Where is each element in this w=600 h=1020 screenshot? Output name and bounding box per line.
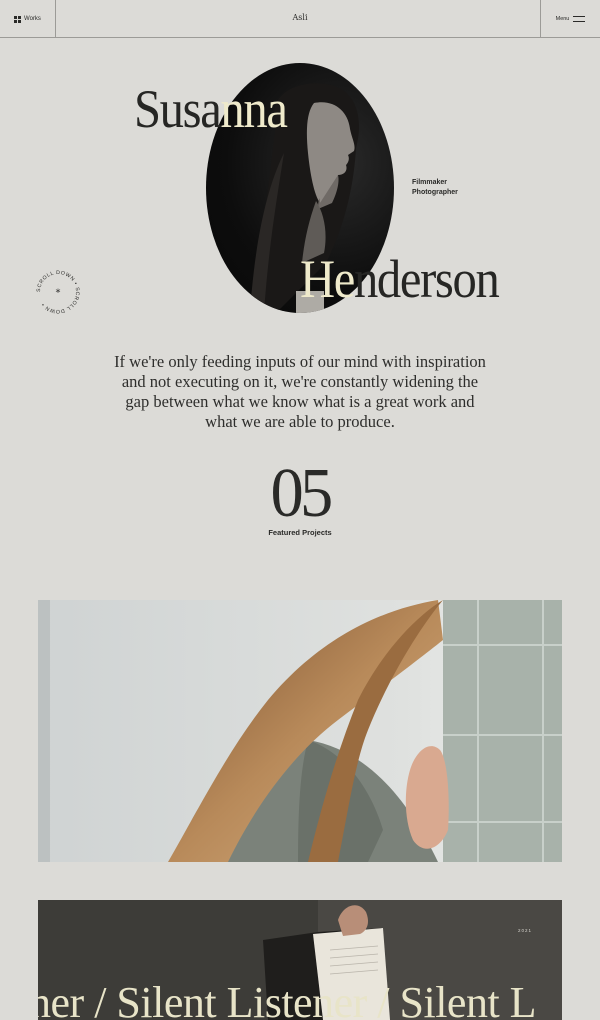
menu-label: Menu xyxy=(555,16,570,22)
works-nav-button[interactable]: Works xyxy=(0,0,56,38)
brand-logo[interactable]: Asli xyxy=(260,13,340,22)
name-last: Henderson xyxy=(300,248,500,310)
project-1-image xyxy=(38,600,562,862)
grid-icon xyxy=(14,15,22,23)
project-2-title-marquee: ener / Silent Listener / Silent L xyxy=(38,978,537,1020)
name-first: Susanna xyxy=(134,78,288,140)
name-first-dark: Susa xyxy=(134,79,222,139)
menu-button[interactable]: Menu xyxy=(540,0,600,38)
role-filmmaker: Filmmaker xyxy=(412,179,448,186)
name-last-dark: nderson xyxy=(353,249,500,309)
works-label: Works xyxy=(24,16,41,22)
role-photographer: Photographer xyxy=(412,189,458,196)
featured-label: Featured Projects xyxy=(268,528,332,537)
intro-quote: If we're only feeding inputs of our mind… xyxy=(114,352,486,431)
top-bar: Works Asli Menu xyxy=(0,0,600,38)
project-card-1[interactable] xyxy=(38,600,562,862)
roles: Filmmaker Photographer xyxy=(412,178,458,198)
scroll-down-badge[interactable]: SCROLL DOWN • SCROLL DOWN • * xyxy=(33,267,83,317)
project-card-2[interactable]: 2021 ener / Silent Listener / Silent L xyxy=(38,900,562,1020)
name-last-light: He xyxy=(300,249,355,309)
asterisk-icon: * xyxy=(56,288,61,299)
hamburger-icon xyxy=(573,16,586,22)
project-2-year: 2021 xyxy=(517,928,532,933)
name-first-light: nna xyxy=(220,79,287,139)
featured-count: 05 xyxy=(270,455,334,532)
